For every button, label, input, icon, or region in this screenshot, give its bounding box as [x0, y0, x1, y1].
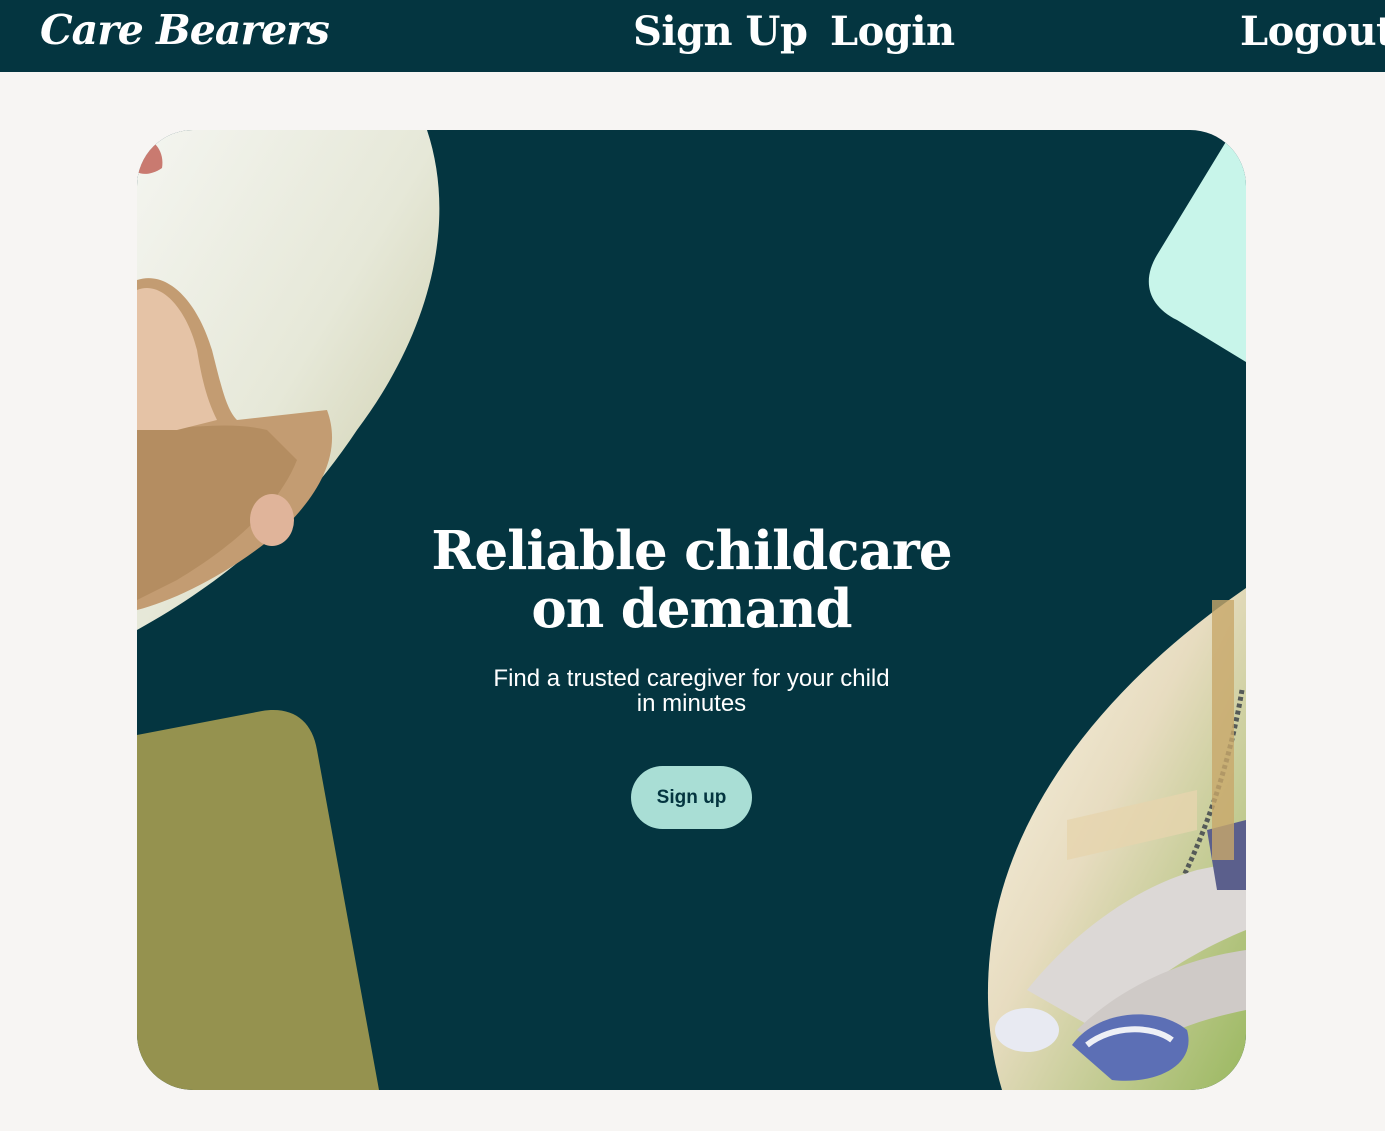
mint-accent-shape: [1148, 130, 1246, 362]
brand-logo[interactable]: Care Bearers: [40, 6, 330, 54]
top-navigation-bar: Care Bearers Sign Up Login Logout: [0, 0, 1385, 72]
subheadline-line-2: in minutes: [636, 690, 747, 717]
hero-sign-up-button[interactable]: Sign up: [631, 766, 752, 829]
nav-logout-link[interactable]: Logout: [1240, 8, 1385, 55]
headline-line-1: Reliable childcare: [431, 520, 952, 582]
child-on-swing-photo: [987, 588, 1246, 1090]
hero-headline: Reliable childcare on demand: [137, 522, 1246, 638]
nav-login-link[interactable]: Login: [830, 8, 955, 55]
hero-subheadline: Find a trusted caregiver for your child …: [137, 666, 1246, 716]
headline-line-2: on demand: [531, 578, 852, 640]
olive-accent-shape: [137, 710, 379, 1090]
subheadline-line-1: Find a trusted caregiver for your child: [493, 665, 890, 692]
hero-card: Reliable childcare on demand Find a trus…: [137, 130, 1246, 1090]
nav-sign-up-link[interactable]: Sign Up: [633, 8, 808, 55]
